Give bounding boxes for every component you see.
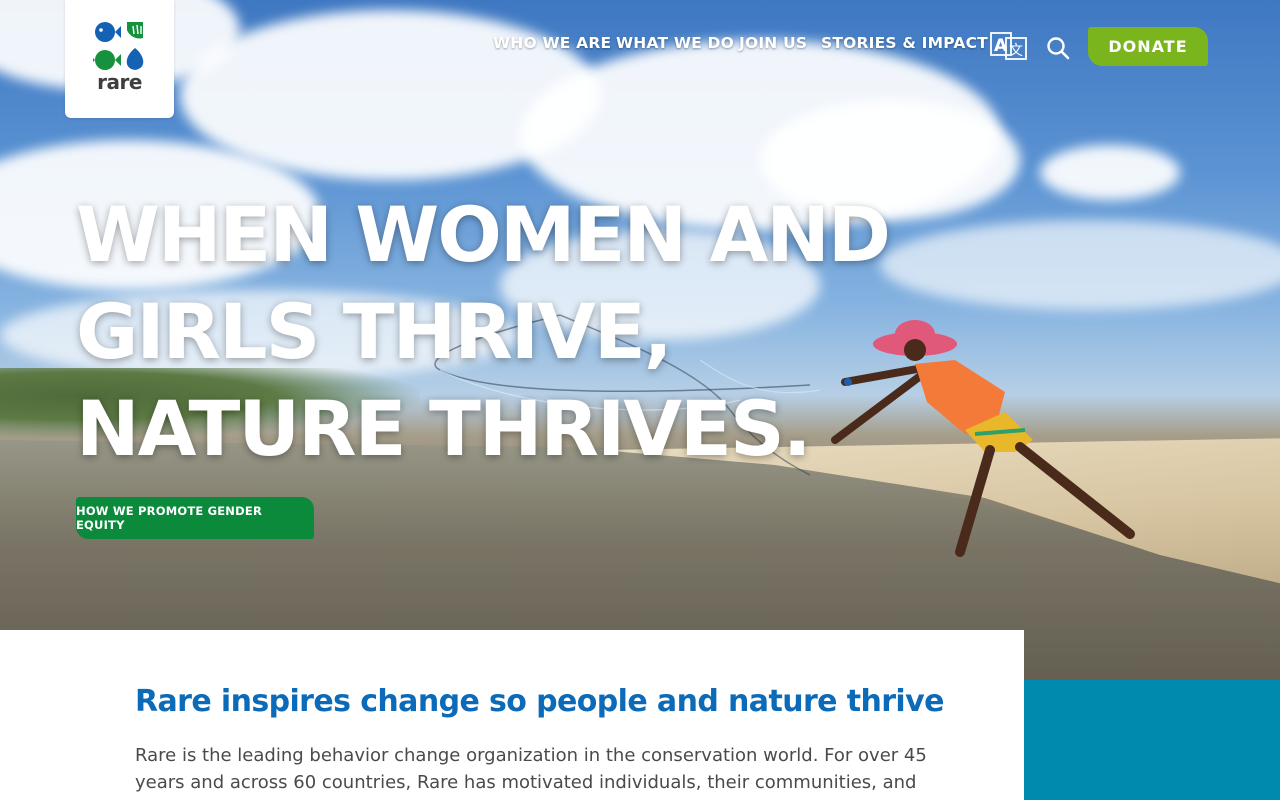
teal-accent-block [1024, 680, 1280, 800]
nav-item-what-we-do[interactable]: WHAT WE DO [616, 34, 734, 52]
nav-item-who-we-are[interactable]: WHO WE ARE [493, 34, 611, 52]
nav-item-join-us[interactable]: JOIN US [739, 34, 807, 52]
headline-line-1: WHEN WOMEN AND [76, 190, 891, 279]
headline-line-3: NATURE THRIVES. [76, 384, 812, 473]
cloud [880, 220, 1280, 310]
nav-item-stories-impact[interactable]: STORIES & IMPACT [821, 34, 988, 52]
headline-line-2: GIRLS THRIVE, [76, 287, 673, 376]
intro-heading: Rare inspires change so people and natur… [135, 684, 944, 719]
intro-body: Rare is the leading behavior change orga… [135, 745, 927, 800]
rare-logo[interactable]: rare [65, 0, 174, 118]
gender-equity-button[interactable]: HOW WE PROMOTE GENDER EQUITY [76, 497, 314, 539]
search-icon[interactable] [1046, 36, 1070, 60]
intro-section: Rare inspires change so people and natur… [0, 630, 1024, 800]
svg-text:文: 文 [1009, 43, 1023, 59]
translate-icon[interactable]: A 文 [990, 32, 1028, 60]
hero-headline: WHEN WOMEN AND GIRLS THRIVE, NATURE THRI… [76, 186, 891, 477]
logo-wordmark: rare [97, 70, 142, 94]
cloud [1040, 145, 1180, 200]
donate-button[interactable]: DONATE [1088, 27, 1208, 66]
woman-casting-net [831, 320, 1135, 557]
